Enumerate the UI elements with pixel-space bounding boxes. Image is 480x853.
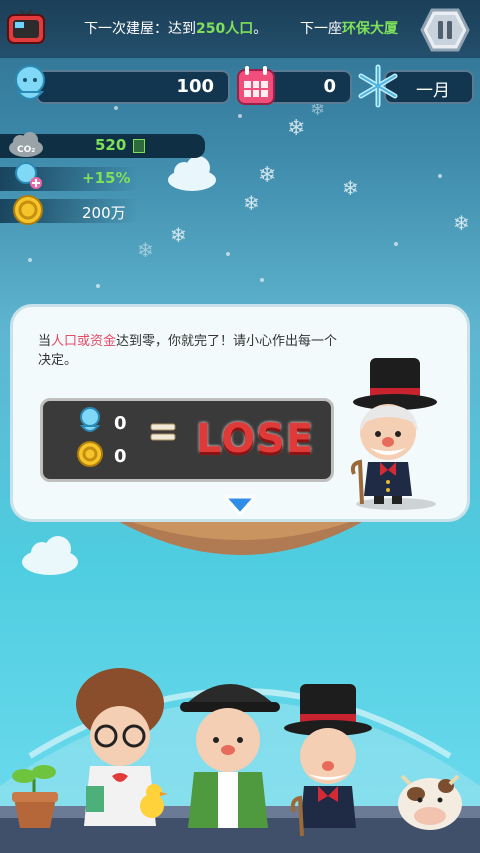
svg-text:CO₂: CO₂ (17, 145, 35, 155)
plant-pot (12, 765, 58, 828)
cloud-top (168, 156, 216, 191)
month-value: 一月 (416, 81, 450, 101)
cloud-bottom (22, 536, 78, 575)
happiness-value: +15% (82, 169, 131, 187)
money-value: 200万 (82, 204, 126, 222)
co2-icon: CO₂ (9, 132, 43, 157)
day-value: 0 (323, 76, 336, 97)
lose-label: LOSE (196, 416, 315, 462)
dialog-text-prefix: 当 (38, 334, 52, 349)
svg-text:❄: ❄ (342, 176, 359, 200)
svg-text:❄: ❄ (137, 238, 154, 262)
svg-text:❄: ❄ (453, 211, 470, 235)
dialog-text-highlight: 人口或资金 (51, 334, 117, 349)
next-build-value: 250人口 (196, 21, 254, 37)
svg-text:❄: ❄ (243, 191, 260, 215)
calendar-icon (237, 66, 275, 105)
coin-icon (77, 441, 103, 467)
population-value: 100 (176, 76, 214, 97)
mayor-character (350, 358, 437, 510)
lose-money-value: 0 (114, 446, 127, 467)
svg-text:❄: ❄ (258, 163, 276, 188)
next-tower-prefix: 下一座 (300, 21, 342, 37)
equals-icon (150, 423, 176, 441)
next-build-goal: 下一次建屋：达到250人口。 (84, 18, 267, 38)
next-tower-value: 环保大厦 (342, 21, 398, 37)
population-counter: 100 (36, 70, 230, 104)
population-icon (15, 65, 45, 100)
city-dome (0, 668, 480, 853)
next-build-suffix: 。 (253, 21, 268, 37)
lose-population-value: 0 (114, 413, 127, 434)
co2-value: 520 (95, 136, 127, 154)
dialog-message: 当人口或资金达到零，你就完了！请小心作出每一个决定。 (38, 332, 338, 370)
tv-icon[interactable] (6, 6, 46, 46)
pause-button[interactable] (420, 8, 470, 52)
snowflake-icon (358, 64, 398, 108)
happiness-icon (15, 162, 42, 189)
floating-island (116, 520, 366, 555)
svg-text:❄: ❄ (170, 223, 187, 247)
population-icon (79, 407, 101, 432)
next-tower-goal: 下一座环保大厦 (300, 18, 398, 38)
pause-icon (438, 21, 443, 39)
next-build-prefix: 下一次建屋：达到 (84, 21, 196, 37)
coin-icon (13, 195, 43, 225)
down-arrow-icon[interactable] (222, 494, 258, 516)
cow-character (398, 774, 462, 830)
svg-text:❄: ❄ (287, 116, 305, 141)
co2-bar (133, 139, 145, 153)
